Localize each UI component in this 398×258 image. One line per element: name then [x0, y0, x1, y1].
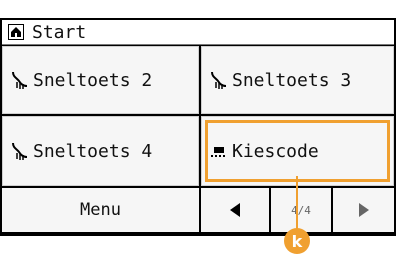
- previous-page-button[interactable]: [201, 188, 269, 232]
- speed-dial-4-button[interactable]: Sneltoets 4: [2, 116, 199, 186]
- next-page-button[interactable]: [333, 188, 394, 232]
- speed-dial-icon: [208, 69, 230, 91]
- speed-dial-3-button[interactable]: Sneltoets 3: [201, 46, 394, 114]
- tile-label: Sneltoets 4: [33, 140, 153, 162]
- speed-dial-icon: [9, 69, 31, 91]
- tile-label: Sneltoets 3: [232, 69, 352, 91]
- triangle-right-icon: [358, 203, 369, 217]
- speed-dial-icon: [9, 140, 31, 162]
- menu-label: Menu: [80, 200, 121, 220]
- page-title: Start: [32, 21, 87, 43]
- tile-label: Kiescode: [232, 140, 319, 162]
- menu-button[interactable]: Menu: [2, 188, 199, 232]
- triangle-left-icon: [230, 203, 240, 217]
- dial-code-icon: [208, 140, 230, 162]
- speed-dial-2-button[interactable]: Sneltoets 2: [2, 46, 199, 114]
- page-indicator: 4/4: [271, 188, 331, 232]
- callout-badge: k: [284, 228, 310, 254]
- callout-line: [296, 176, 298, 231]
- header-bar: Start: [2, 20, 394, 45]
- tile-label: Sneltoets 2: [33, 69, 153, 91]
- home-icon[interactable]: [8, 24, 24, 40]
